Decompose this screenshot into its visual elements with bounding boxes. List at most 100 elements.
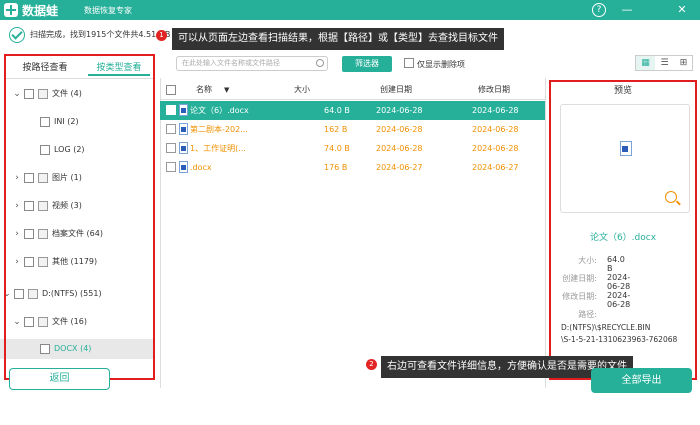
grid-view-icon[interactable]: ▦ [636,56,655,70]
status-row: 扫描完成，找到1915个文件共4.51 GB 1 可以从页面左边查看扫描结果，根… [0,20,700,52]
cell-created: 2024-06-28 [376,125,423,134]
preview-path-line: \S-1-5-21-1310623963-762068 [561,335,678,344]
detail-view-icon[interactable]: ⊞ [674,56,693,70]
tree-item[interactable]: › 档案文件 (64) [0,224,155,244]
tree-item[interactable]: LOG (2) [0,140,155,160]
chevron-right-icon[interactable]: › [12,252,22,272]
view-switcher: ▦ ☰ ⊞ [635,55,693,71]
tree-item-checkbox[interactable] [14,289,24,299]
cell-name: .docx [190,163,212,172]
tip-number-badge: 1 [156,30,167,41]
cell-modified: 2024-06-28 [472,125,519,134]
column-header-name[interactable]: 名称 [196,80,212,100]
app-name: 数据蛙 [22,4,59,18]
chevron-down-icon[interactable]: ⌄ [12,312,22,332]
tree-item-label: LOG (2) [54,145,85,154]
tree-item-checkbox[interactable] [24,257,34,267]
only-deleted-checkbox[interactable] [404,58,414,68]
check-circle-icon [9,27,25,43]
tree-item[interactable]: ⌄ 文件 (16) [0,312,155,332]
tree-item-label: 图片 (1) [52,173,82,182]
file-icon [38,89,48,99]
preview-path-label: 路径: [578,310,597,319]
table-header: 名称 ▼ 大小 创建日期 修改日期 [160,80,545,100]
preview-path-line: D:(NTFS)\$RECYCLE.BIN [561,323,651,332]
video-icon [38,201,48,211]
cell-size: 64.0 B [324,106,350,115]
tab-by-type[interactable]: 按类型查看 [88,60,150,76]
tree-item-label: DOCX (4) [54,344,92,353]
tree-item-checkbox[interactable] [24,317,34,327]
select-all-checkbox[interactable] [166,85,176,95]
tree-item-checkbox[interactable] [40,145,50,155]
cell-modified: 2024-06-28 [472,144,519,153]
tree-item-checkbox[interactable] [40,344,50,354]
export-all-button[interactable]: 全部导出 [591,368,692,393]
tree-item-label: 文件 (16) [52,317,87,326]
row-checkbox[interactable] [166,124,176,134]
tree-item[interactable]: › 其他 (1179) [0,252,155,272]
search-input[interactable]: 在此处输入文件名称或文件路径 [176,56,328,71]
tree-item-label: 文件 (4) [52,89,82,98]
zoom-icon[interactable] [665,191,677,203]
file-icon [38,317,48,327]
word-document-icon [620,141,632,156]
tree-item[interactable]: INI (2) [0,112,155,132]
tree-item[interactable]: ⌄ 文件 (4) [0,84,155,104]
preview-thumbnail [560,104,690,213]
table-row[interactable]: 1、工作证明(... 74.0 B 2024-06-28 2024-06-28 [160,139,545,158]
column-header-size[interactable]: 大小 [294,80,310,100]
tree-item-checkbox[interactable] [24,173,34,183]
tip-number-badge: 2 [366,359,377,370]
tree-item[interactable]: › 视频 (3) [0,196,155,216]
column-header-created[interactable]: 创建日期 [380,80,412,100]
preview-created-value: 2024-06-28 [607,273,631,291]
tree-item-label: 其他 (1179) [52,257,98,266]
chevron-down-icon[interactable]: ⌄ [2,284,12,304]
scan-status-text: 扫描完成，找到1915个文件共4.51 GB [30,30,171,39]
tree-item[interactable]: › 图片 (1) [0,168,155,188]
row-checkbox[interactable] [166,143,176,153]
tree-item-label: 档案文件 (64) [52,229,103,238]
filter-button[interactable]: 筛选器 [342,56,392,72]
tree-item-label: INI (2) [54,117,79,126]
row-checkbox[interactable] [166,105,176,115]
word-document-icon [179,161,188,173]
tab-divider [4,78,154,79]
back-button[interactable]: 返回 [9,368,110,390]
tree-item-checkbox[interactable] [40,117,50,127]
title-bar: 数据蛙 数据恢复专家 ? — ✕ [0,0,700,20]
tree-item-checkbox[interactable] [24,89,34,99]
help-icon[interactable]: ? [592,3,606,17]
word-document-icon [179,142,188,154]
row-checkbox[interactable] [166,162,176,172]
table-row[interactable]: .docx 176 B 2024-06-27 2024-06-27 [160,158,545,177]
archive-icon [38,229,48,239]
chevron-down-icon[interactable]: ⌄ [12,84,22,104]
tree-item-label: D:(NTFS) (551) [42,289,102,298]
cell-size: 74.0 B [324,144,350,153]
column-header-modified[interactable]: 修改日期 [478,80,510,100]
cell-size: 162 B [324,125,348,134]
preview-modified-value: 2024-06-28 [607,291,631,309]
list-view-icon[interactable]: ☰ [655,56,674,70]
chevron-right-icon[interactable]: › [12,168,22,188]
tree-item[interactable]: DOCX (4) [0,339,155,359]
search-placeholder: 在此处输入文件名称或文件路径 [182,59,280,67]
search-icon[interactable] [316,59,324,67]
tree-item-checkbox[interactable] [24,229,34,239]
chevron-right-icon[interactable]: › [12,196,22,216]
only-deleted-toggle[interactable]: 仅显示删除项 [404,58,465,70]
tree-item[interactable]: ⌄ D:(NTFS) (551) [0,284,155,304]
table-row[interactable]: 第二剧本-202... 162 B 2024-06-28 2024-06-28 [160,120,545,139]
close-icon[interactable]: ✕ [675,3,689,17]
table-row[interactable]: 论文（6）.docx 64.0 B 2024-06-28 2024-06-28 [160,101,545,120]
cell-name: 论文（6）.docx [190,106,249,115]
minimize-icon[interactable]: — [620,3,634,17]
tab-by-path[interactable]: 按路径查看 [8,60,82,76]
tree-item-label: 视频 (3) [52,201,82,210]
preview-path-value: D:(NTFS)\$RECYCLE.BIN \S-1-5-21-13106239… [561,322,697,346]
sort-down-icon[interactable]: ▼ [224,80,229,100]
chevron-right-icon[interactable]: › [12,224,22,244]
tree-item-checkbox[interactable] [24,201,34,211]
